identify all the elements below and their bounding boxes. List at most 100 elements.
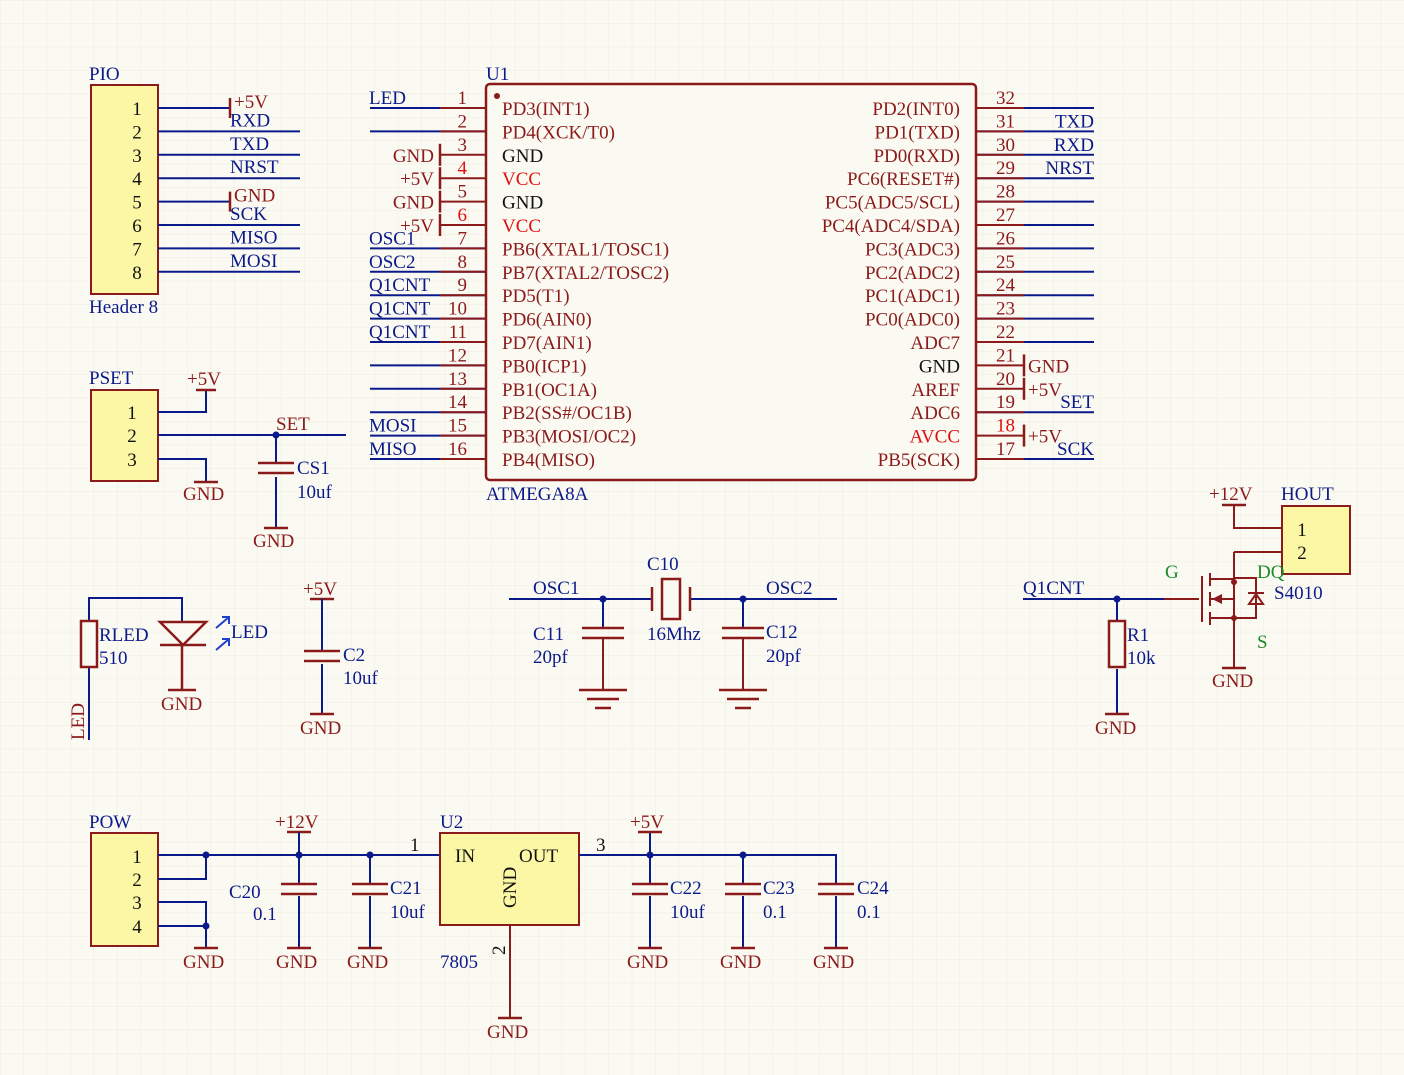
c24-value: 0.1 — [857, 902, 881, 923]
u1-right-pin-number: 29 — [996, 158, 1015, 179]
osc2-label: OSC2 — [766, 578, 812, 599]
u1-right-net: SET — [1060, 392, 1094, 413]
pio-net-label: TXD — [230, 134, 269, 155]
pow-pin-3: 3 — [132, 893, 142, 914]
u1-right-pin-name: AVCC — [910, 427, 960, 448]
u1-right-pin-name: GND — [919, 356, 960, 377]
u2-pin-out: 3 — [596, 835, 606, 856]
c11-value: 20pf — [533, 647, 569, 668]
vin-label: +12V — [275, 812, 319, 833]
gnd-label: GND — [276, 952, 317, 973]
pset-pin-3: 3 — [127, 450, 137, 471]
pset-title: PSET — [89, 368, 134, 389]
u1-right-net: NRST — [1045, 158, 1094, 179]
u1-right-pin-name: ADC6 — [910, 403, 960, 424]
u1-right-pin-name: PD1(TXD) — [875, 122, 961, 143]
pio-pin-number: 5 — [132, 193, 142, 214]
u1-left-pin-name: GND — [502, 193, 543, 214]
r1-value: 10k — [1127, 648, 1156, 669]
u1-right-net: TXD — [1055, 111, 1094, 132]
u2-ref: U2 — [440, 812, 463, 833]
hout-pin-1: 1 — [1297, 520, 1307, 541]
junction-dot — [739, 595, 747, 603]
pio-pin-number: 2 — [132, 122, 142, 143]
c22-value: 10uf — [670, 902, 706, 923]
led-ref: LED — [231, 622, 268, 643]
pio-pin-number: 8 — [132, 263, 142, 284]
u1-left-net: GND — [393, 193, 434, 214]
pio-pin-number: 6 — [132, 216, 142, 237]
xtal-ref: C10 — [647, 554, 679, 575]
u1-right-pin-number: 30 — [996, 135, 1015, 156]
u1-left-pin-number: 12 — [448, 345, 467, 366]
r1-resistor-symbol — [1107, 619, 1127, 669]
u2-pin-gnd: 2 — [489, 946, 510, 956]
u2-ground-label: GND — [487, 1022, 528, 1043]
c2-gnd-label: GND — [300, 718, 341, 739]
xtal-crystal-symbol — [660, 577, 682, 621]
u1-right-pin-name: PB5(SCK) — [878, 450, 960, 471]
u1-left-pin-name: PB4(MISO) — [502, 450, 595, 471]
rled-ref: RLED — [99, 625, 149, 646]
pio-pin-number: 4 — [132, 169, 142, 190]
cs1-value: 10uf — [297, 482, 333, 503]
u1-ref: U1 — [486, 64, 509, 85]
u1-left-pin-number: 10 — [448, 299, 467, 320]
u1-left-pin-name: PB3(MOSI/OC2) — [502, 427, 636, 448]
u2-part: 7805 — [440, 952, 478, 973]
pin1-marker — [494, 93, 500, 99]
u1-right-pin-name: PC6(RESET#) — [847, 169, 960, 190]
u1-left-pin-name: VCC — [502, 216, 541, 237]
pow-body — [90, 832, 159, 947]
c12-value: 20pf — [766, 646, 802, 667]
u1-left-pin-number: 11 — [449, 322, 467, 343]
u1-left-net: LED — [369, 88, 406, 109]
u1-left-pin-name: PD4(XCK/T0) — [502, 122, 615, 143]
c24-ref: C24 — [857, 878, 889, 899]
u1-left-pin-number: 13 — [448, 369, 467, 390]
gnd-label: GND — [183, 952, 224, 973]
c23-value: 0.1 — [763, 902, 787, 923]
hout-vcc-label: +12V — [1209, 484, 1253, 505]
u1-right-pin-number: 28 — [996, 182, 1015, 203]
rled-resistor-symbol — [79, 619, 99, 669]
u1-left-pin-name: PD7(AIN1) — [502, 333, 592, 354]
u1-left-net: +5V — [400, 169, 434, 190]
u1-right-pin-number: 32 — [996, 88, 1015, 109]
u1-left-pin-number: 9 — [458, 275, 468, 296]
u1-left-pin-name: VCC — [502, 169, 541, 190]
u2-pin-in: 1 — [410, 835, 420, 856]
pio-net-label: MISO — [230, 227, 278, 248]
gate-label: G — [1165, 562, 1179, 583]
pio-net-label: NRST — [230, 157, 279, 178]
u1-right-pin-number: 31 — [996, 111, 1015, 132]
junction-dot — [1231, 615, 1237, 621]
osc1-label: OSC1 — [533, 578, 579, 599]
u1-left-pin-name: PD3(INT1) — [502, 99, 590, 120]
mosfet-part: S4010 — [1274, 583, 1323, 604]
schematic-sheet: PIO Header 8 12345678 +5VRXDTXDNRSTGNDSC… — [0, 0, 1404, 1075]
pset-body — [90, 389, 159, 482]
u1-left-pin-name: PB7(XTAL2/TOSC2) — [502, 263, 669, 284]
u1-left-pin-name: GND — [502, 146, 543, 167]
pow-title: POW — [89, 812, 131, 833]
pow-pin-1: 1 — [132, 847, 142, 868]
u1-left-pin-number: 16 — [448, 439, 467, 460]
u1-right-pin-name: PC0(ADC0) — [865, 310, 960, 331]
cs1-ref: CS1 — [297, 458, 330, 479]
u1-left-pin-number: 7 — [458, 228, 468, 249]
pset-pin-1: 1 — [127, 403, 137, 424]
gnd-label: GND — [720, 952, 761, 973]
u1-right-pin-number: 17 — [996, 439, 1015, 460]
q1cnt-label: Q1CNT — [1023, 578, 1085, 599]
hout-body — [1281, 505, 1351, 575]
u1-left-pin-number: 8 — [458, 252, 468, 273]
hout-title: HOUT — [1281, 484, 1334, 505]
gnd-label: GND — [813, 952, 854, 973]
u1-left-pin-name: PD5(T1) — [502, 286, 570, 307]
r1-ref: R1 — [1127, 625, 1149, 646]
u1-left-pin-number: 2 — [458, 111, 468, 132]
u1-right-pin-number: 22 — [996, 322, 1015, 343]
junction-dot — [202, 922, 210, 930]
u1-left-pin-name: PB6(XTAL1/TOSC1) — [502, 239, 669, 260]
